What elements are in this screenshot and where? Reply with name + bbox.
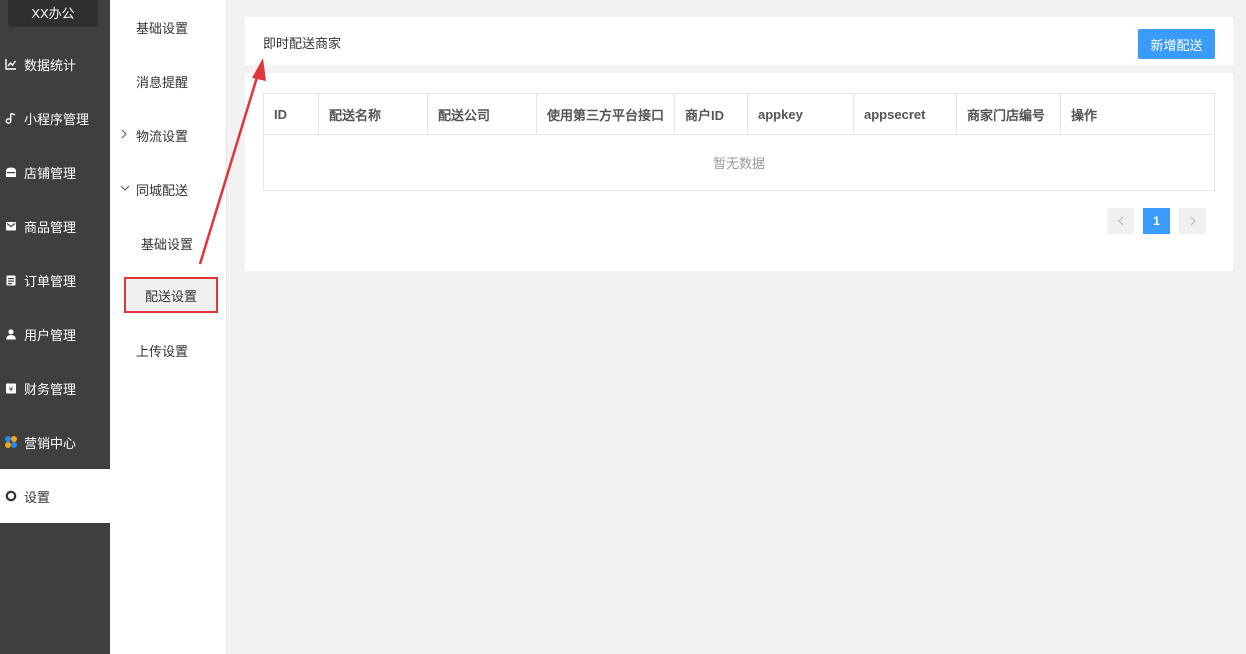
submenu-item-label: 消息提醒 [136,74,189,90]
chart-line-icon [4,57,18,71]
column-header-actions: 操作 [1060,93,1215,135]
brand-logo: XX办公 [8,0,98,27]
music-note-icon [4,111,18,125]
nav-item-finance[interactable]: ¥ 财务管理 [0,361,110,415]
svg-text:¥: ¥ [9,386,14,394]
nav-item-orders[interactable]: 订单管理 [0,253,110,307]
card-divider [245,65,1233,73]
column-header-delivery-company: 配送公司 [427,93,537,135]
submenu-item-label: 上传设置 [136,343,189,359]
nav-item-settings[interactable]: 设置 [0,469,110,523]
submenu-item-delivery-settings[interactable]: 配送设置 [124,277,218,313]
submenu-item-label: 物流设置 [136,128,189,144]
nav-item-label: 店铺管理 [24,165,77,181]
nav-item-label: 小程序管理 [24,111,90,127]
submenu-item-delivery-basic-settings[interactable]: 基础设置 [110,216,226,270]
submenu-item-label: 配送设置 [144,288,197,304]
submenu-item-basic-settings[interactable]: 基础设置 [110,0,226,54]
marketing-icon [4,435,18,449]
nav-item-label: 用户管理 [24,327,77,343]
submenu-item-label: 基础设置 [136,20,189,36]
chevron-right-icon [1190,216,1196,226]
clipboard-icon [4,273,18,287]
add-delivery-button[interactable]: 新增配送 [1138,29,1215,59]
nav-item-label: 营销中心 [24,435,77,451]
empty-state-text: 暂无数据 [263,134,1215,191]
page-button-current[interactable]: 1 [1143,208,1170,234]
column-header-delivery-name: 配送名称 [318,93,428,135]
prev-page-button[interactable] [1107,208,1134,234]
nav-item-label: 财务管理 [24,381,77,397]
submenu-item-logistics[interactable]: 物流设置 [110,108,226,162]
nav-item-store[interactable]: 店铺管理 [0,145,110,199]
chevron-down-icon [120,183,132,195]
column-header-id: ID [263,93,319,135]
submenu-item-message-reminder[interactable]: 消息提醒 [110,54,226,108]
nav-item-users[interactable]: 用户管理 [0,307,110,361]
submenu-item-local-delivery[interactable]: 同城配送 [110,162,226,216]
store-icon [4,165,18,179]
gear-icon [4,489,18,503]
chevron-left-icon [1117,216,1123,226]
nav-item-products[interactable]: 商品管理 [0,199,110,253]
table-header-row: ID 配送名称 配送公司 使用第三方平台接口 商户ID appkey appse… [263,93,1215,135]
nav-item-label: 商品管理 [24,219,77,235]
column-header-third-party-api: 使用第三方平台接口 [535,93,676,135]
next-page-button[interactable] [1179,208,1206,234]
submenu-item-upload-settings[interactable]: 上传设置 [110,323,226,377]
nav-item-marketing[interactable]: 营销中心 [0,415,110,469]
nav-item-label: 数据统计 [24,57,77,73]
delivery-table: ID 配送名称 配送公司 使用第三方平台接口 商户ID appkey appse… [263,93,1215,191]
mail-icon [4,219,18,233]
content-card: 即时配送商家 新增配送 ID 配送名称 配送公司 使用第三方平台接口 商户ID … [245,17,1233,271]
finance-icon: ¥ [4,381,18,395]
nav-item-data-stats[interactable]: 数据统计 [0,37,110,91]
column-header-store-number: 商家门店编号 [956,93,1062,135]
main-sidebar: XX办公 数据统计 小程序管理 店铺管理 商品管理 订单管理 用户管理 ¥ 财务… [0,0,110,654]
page-title: 即时配送商家 [263,36,342,51]
chevron-right-icon [120,129,132,142]
pagination: 1 [1107,208,1206,234]
nav-item-label: 订单管理 [24,273,77,289]
card-header: 即时配送商家 新增配送 [245,17,1233,66]
table-empty-row: 暂无数据 [263,134,1215,191]
settings-submenu: 基础设置 消息提醒 物流设置 同城配送 基础设置 配送设置 上传设置 [110,0,227,654]
column-header-merchant-id: 商户ID [674,93,749,135]
column-header-appkey: appkey [747,93,855,135]
nav-item-label: 设置 [24,489,51,505]
user-icon [4,327,18,341]
column-header-appsecret: appsecret [853,93,958,135]
submenu-item-label: 基础设置 [141,236,194,252]
submenu-item-label: 同城配送 [136,182,189,198]
nav-item-miniprogram[interactable]: 小程序管理 [0,91,110,145]
